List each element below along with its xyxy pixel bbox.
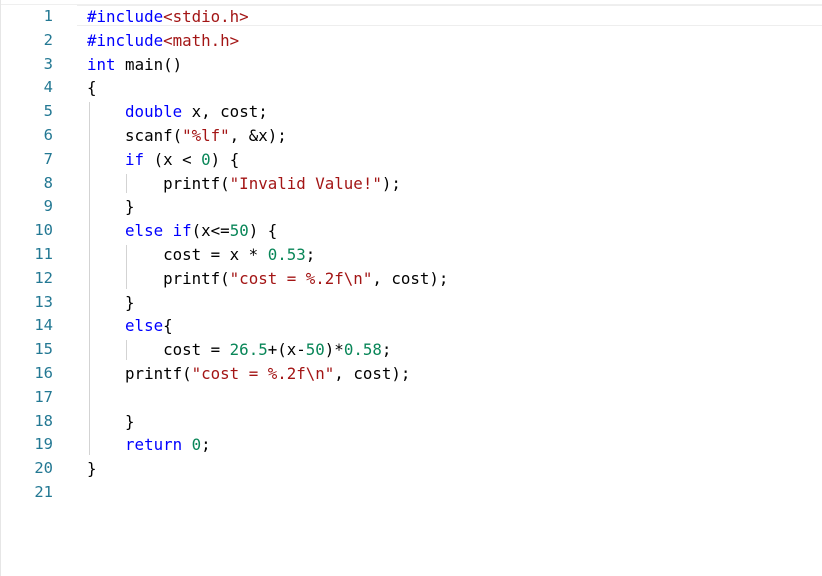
code-line[interactable]: 19 return 0;: [1, 433, 822, 457]
line-number: 20: [34, 459, 53, 478]
code-text[interactable]: printf("Invalid Value!");: [87, 172, 401, 196]
code-line[interactable]: 15 cost = 26.5+(x-50)*0.58;: [1, 338, 822, 362]
code-line[interactable]: 14 else{: [1, 314, 822, 338]
code-text[interactable]: int main(): [87, 53, 182, 77]
line-number: 15: [34, 340, 53, 359]
code-line[interactable]: 17: [1, 386, 822, 410]
line-number: 7: [43, 149, 53, 168]
line-number: 4: [43, 78, 53, 97]
line-number: 9: [43, 197, 53, 216]
code-lines: 1 #include<stdio.h> 2 #include<math.h> 3 int …: [1, 5, 822, 505]
code-text[interactable]: }: [87, 291, 135, 315]
code-line[interactable]: 9 }: [1, 195, 822, 219]
line-number: 5: [43, 102, 53, 121]
code-text[interactable]: cost = x * 0.53;: [87, 243, 315, 267]
line-number: 18: [34, 411, 53, 430]
code-editor[interactable]: 1 #include<stdio.h> 2 #include<math.h> 3 int …: [0, 0, 822, 576]
code-line[interactable]: 18 }: [1, 410, 822, 434]
line-number: 16: [34, 363, 53, 382]
line-number: 12: [34, 268, 53, 287]
line-number: 10: [34, 221, 53, 240]
code-line[interactable]: 10 else if(x<=50) {: [1, 219, 822, 243]
line-number: 2: [43, 30, 53, 49]
code-text[interactable]: #include<math.h>: [87, 29, 239, 53]
code-line[interactable]: 7 if (x < 0) {: [1, 148, 822, 172]
code-line[interactable]: 11 cost = x * 0.53;: [1, 243, 822, 267]
code-line[interactable]: 3 int main(): [1, 53, 822, 77]
line-number: 14: [34, 316, 53, 335]
code-line[interactable]: 12 printf("cost = %.2f\n", cost);: [1, 267, 822, 291]
code-line[interactable]: 8 printf("Invalid Value!");: [1, 172, 822, 196]
code-text[interactable]: {: [87, 76, 97, 100]
code-text[interactable]: else if(x<=50) {: [87, 219, 277, 243]
line-number: 21: [34, 482, 53, 501]
line-number: 6: [43, 125, 53, 144]
line-number: 19: [34, 435, 53, 454]
code-line[interactable]: 5 double x, cost;: [1, 100, 822, 124]
line-number: 3: [43, 54, 53, 73]
code-text[interactable]: printf("cost = %.2f\n", cost);: [87, 362, 410, 386]
code-text[interactable]: }: [87, 457, 97, 481]
code-text[interactable]: else{: [87, 314, 173, 338]
code-line[interactable]: 21: [1, 481, 822, 505]
code-line[interactable]: 1 #include<stdio.h>: [1, 5, 822, 29]
indent-guide: [126, 245, 127, 289]
line-number: 11: [34, 244, 53, 263]
code-line[interactable]: 13 }: [1, 291, 822, 315]
code-text[interactable]: }: [87, 195, 135, 219]
code-line[interactable]: 2 #include<math.h>: [1, 29, 822, 53]
code-text[interactable]: double x, cost;: [87, 100, 268, 124]
line-number: 13: [34, 292, 53, 311]
indent-guide: [89, 102, 90, 456]
line-number: 17: [34, 387, 53, 406]
code-text[interactable]: }: [87, 410, 135, 434]
code-text[interactable]: scanf("%lf", &x);: [87, 124, 287, 148]
indent-guide: [126, 173, 127, 194]
indent-guide: [126, 340, 127, 360]
code-text[interactable]: cost = 26.5+(x-50)*0.58;: [87, 338, 391, 362]
line-number: 8: [43, 173, 53, 192]
code-text[interactable]: if (x < 0) {: [87, 148, 239, 172]
code-text[interactable]: #include<stdio.h>: [87, 5, 249, 29]
code-line[interactable]: 20}: [1, 457, 822, 481]
code-line[interactable]: 16 printf("cost = %.2f\n", cost);: [1, 362, 822, 386]
code-line[interactable]: 6 scanf("%lf", &x);: [1, 124, 822, 148]
code-text[interactable]: printf("cost = %.2f\n", cost);: [87, 267, 448, 291]
code-line[interactable]: 4{: [1, 76, 822, 100]
code-text[interactable]: return 0;: [87, 433, 211, 457]
line-number: 1: [43, 7, 53, 25]
